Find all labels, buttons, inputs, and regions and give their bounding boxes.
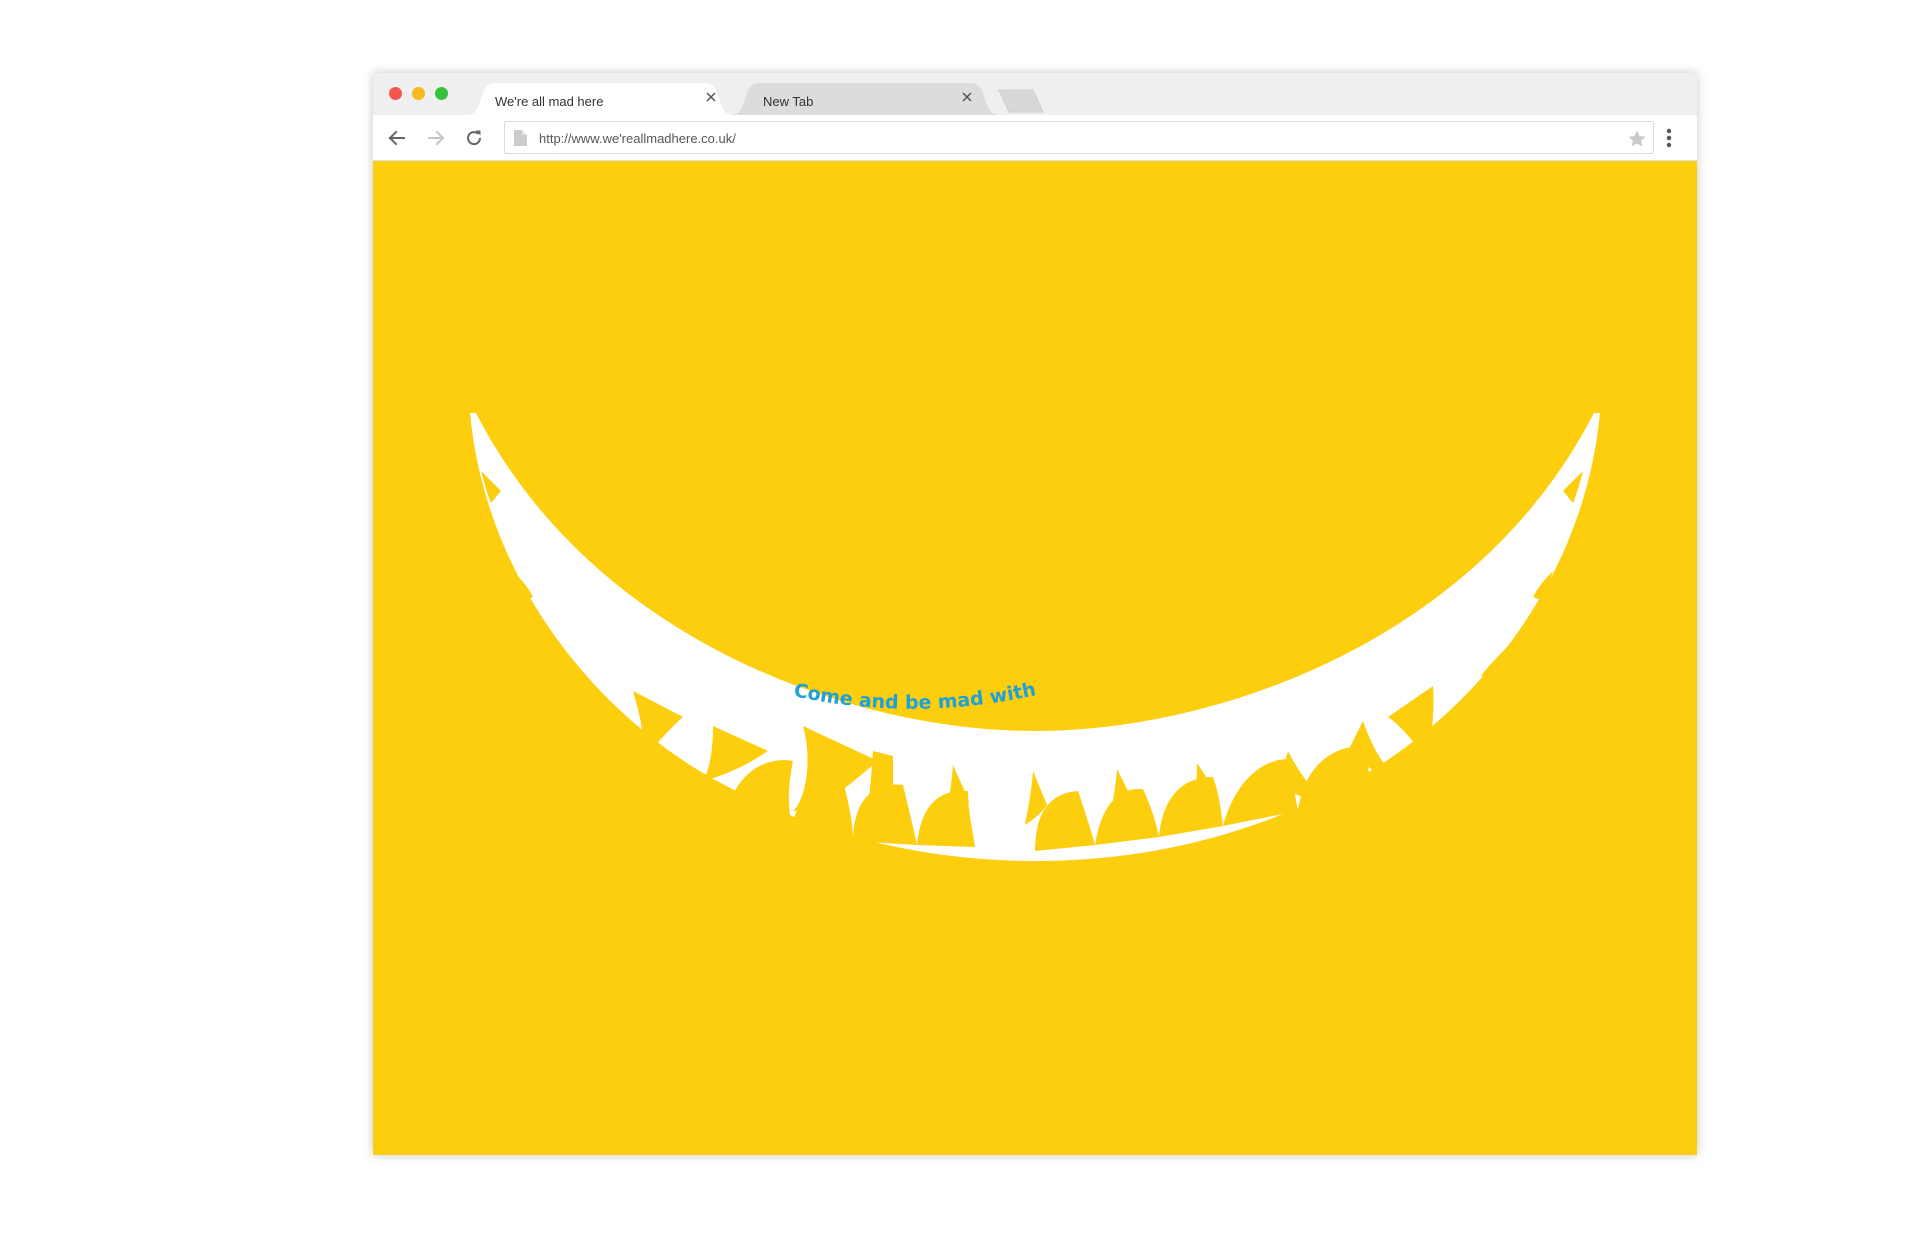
- bookmark-star-icon[interactable]: [1627, 129, 1647, 149]
- vertical-dots-menu-icon[interactable]: [1665, 127, 1673, 149]
- title-bar: New Tab We're all mad here: [373, 73, 1697, 115]
- back-arrow-icon[interactable]: [386, 127, 408, 149]
- reload-icon[interactable]: [463, 127, 485, 149]
- close-window-button[interactable]: [389, 87, 402, 100]
- tab-new-tab[interactable]: New Tab: [729, 83, 1001, 115]
- browser-window: New Tab We're all mad here http://www.we…: [373, 73, 1697, 1155]
- tab-close-icon[interactable]: [705, 91, 717, 103]
- tab-were-all-mad-here[interactable]: We're all mad here: [465, 83, 735, 115]
- tab-title: We're all mad here: [495, 94, 604, 109]
- tab-close-icon[interactable]: [961, 91, 973, 103]
- page-content: Come and be mad with us: [373, 161, 1697, 1155]
- url-text[interactable]: http://www.we'reallmadhere.co.uk/: [539, 131, 736, 146]
- toolbar: http://www.we'reallmadhere.co.uk/: [373, 115, 1697, 161]
- minimize-window-button[interactable]: [412, 87, 425, 100]
- new-tab-button[interactable]: [997, 89, 1047, 113]
- forward-arrow-icon[interactable]: [425, 127, 447, 149]
- tagline-container: Come and be mad with us: [373, 161, 1044, 714]
- tagline: Come and be mad with us: [373, 161, 1044, 714]
- tab-title: New Tab: [763, 94, 814, 109]
- tagline-text: Come and be mad with us: [373, 161, 1044, 714]
- maximize-window-button[interactable]: [435, 87, 448, 100]
- document-icon: [514, 130, 527, 146]
- address-bar[interactable]: http://www.we'reallmadhere.co.uk/: [504, 121, 1654, 154]
